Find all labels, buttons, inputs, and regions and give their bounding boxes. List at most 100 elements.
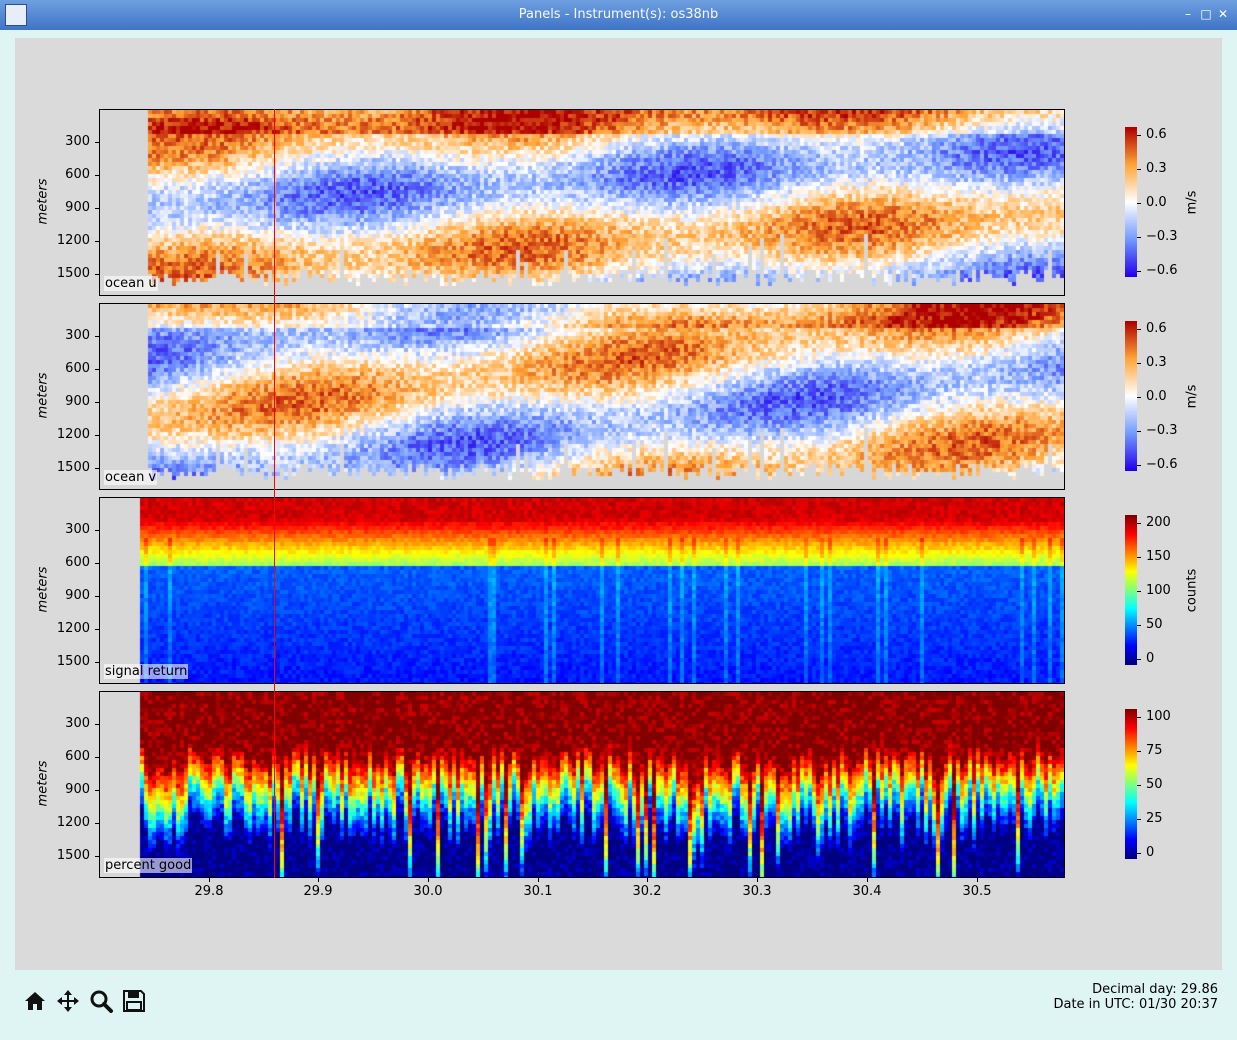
- y-tick-mark: [95, 175, 99, 176]
- percent-good-heatmap: [100, 692, 1064, 877]
- x-tick-label: 29.8: [194, 884, 224, 899]
- colorbar-tick-label: 0: [1146, 651, 1155, 666]
- colorbar-tick-mark: [1137, 431, 1141, 432]
- colorbar-tick-label: 25: [1146, 811, 1163, 826]
- colorbar-gradient: [1125, 515, 1137, 665]
- x-tick-label: 29.9: [303, 884, 333, 899]
- panel-ocean-v[interactable]: ocean v: [99, 303, 1065, 490]
- colorbar: [1125, 321, 1137, 471]
- y-tick-mark: [95, 823, 99, 824]
- y-tick-mark: [95, 402, 99, 403]
- x-tick-label: 30.3: [742, 884, 772, 899]
- colorbar-tick-label: 200: [1146, 515, 1171, 530]
- colorbar-tick-mark: [1137, 591, 1141, 592]
- colorbar-tick-mark: [1137, 557, 1141, 558]
- x-tick-mark: [538, 878, 539, 882]
- window-title: Panels - Instrument(s): os38nb: [518, 7, 719, 22]
- colorbar-tick-label: −0.6: [1146, 263, 1178, 278]
- x-tick-mark: [647, 878, 648, 882]
- x-tick-mark: [977, 878, 978, 882]
- colorbar-unit-label: m/s: [1184, 190, 1200, 215]
- colorbar: [1125, 127, 1137, 277]
- x-tick-mark: [209, 878, 210, 882]
- colorbar-tick-label: 0.0: [1146, 389, 1167, 404]
- y-tick-mark: [95, 629, 99, 630]
- y-tick-label: 1500: [56, 848, 90, 863]
- colorbar: [1125, 515, 1137, 665]
- y-tick-mark: [95, 856, 99, 857]
- minimize-icon[interactable]: –: [1180, 6, 1196, 22]
- save-icon[interactable]: [121, 988, 147, 1014]
- y-tick-mark: [95, 662, 99, 663]
- y-tick-mark: [95, 435, 99, 436]
- y-tick-mark: [95, 369, 99, 370]
- y-tick-mark: [95, 274, 99, 275]
- colorbar-tick-mark: [1137, 785, 1141, 786]
- colorbar-tick-mark: [1137, 465, 1141, 466]
- x-tick-label: 30.5: [962, 884, 992, 899]
- time-cursor-line: [274, 109, 275, 878]
- y-tick-mark: [95, 468, 99, 469]
- y-tick-mark: [95, 724, 99, 725]
- colorbar-tick-mark: [1137, 329, 1141, 330]
- y-tick-mark: [95, 530, 99, 531]
- colorbar-tick-label: 75: [1146, 743, 1163, 758]
- colorbar-tick-mark: [1137, 625, 1141, 626]
- panel-label: ocean v: [104, 470, 158, 485]
- y-tick-label: 300: [65, 716, 90, 731]
- y-tick-mark: [95, 790, 99, 791]
- colorbar-tick-label: 0.6: [1146, 127, 1167, 142]
- y-tick-label: 1500: [56, 654, 90, 669]
- status-readout: Decimal day: 29.86 Date in UTC: 01/30 20…: [1053, 982, 1218, 1012]
- colorbar-unit-label: m/s: [1184, 384, 1200, 409]
- zoom-icon[interactable]: [88, 988, 114, 1014]
- y-tick-mark: [95, 596, 99, 597]
- y-axis-label: meters: [35, 372, 51, 419]
- y-axis-label: meters: [35, 566, 51, 613]
- close-icon[interactable]: ✕: [1215, 6, 1231, 22]
- colorbar-tick-mark: [1137, 751, 1141, 752]
- colorbar-gradient: [1125, 127, 1137, 277]
- panel-label: ocean u: [104, 276, 158, 291]
- y-tick-mark: [95, 336, 99, 337]
- colorbar-tick-mark: [1137, 853, 1141, 854]
- home-icon[interactable]: [22, 988, 48, 1014]
- ocean-u-heatmap: [100, 110, 1064, 295]
- panel-signal-return[interactable]: signal return: [99, 497, 1065, 684]
- colorbar-tick-label: 100: [1146, 583, 1171, 598]
- colorbar-tick-mark: [1137, 819, 1141, 820]
- y-tick-mark: [95, 208, 99, 209]
- x-tick-label: 30.2: [632, 884, 662, 899]
- colorbar-tick-mark: [1137, 203, 1141, 204]
- colorbar-gradient: [1125, 709, 1137, 859]
- colorbar-tick-label: −0.3: [1146, 229, 1178, 244]
- colorbar-tick-label: 0.6: [1146, 321, 1167, 336]
- x-tick-label: 30.1: [523, 884, 553, 899]
- colorbar-tick-label: 0.3: [1146, 355, 1167, 370]
- colorbar-tick-mark: [1137, 237, 1141, 238]
- y-tick-mark: [95, 563, 99, 564]
- colorbar-tick-mark: [1137, 169, 1141, 170]
- y-axis-label: meters: [35, 178, 51, 225]
- colorbar-tick-label: 50: [1146, 617, 1163, 632]
- decimal-day-readout: Decimal day: 29.86: [1092, 982, 1218, 997]
- window-titlebar: Panels - Instrument(s): os38nb – □ ✕: [0, 0, 1237, 30]
- panel-label: signal return: [104, 664, 189, 679]
- panel-ocean-u[interactable]: ocean u: [99, 109, 1065, 296]
- panel-label: percent good: [104, 858, 193, 873]
- maximize-icon[interactable]: □: [1198, 6, 1214, 22]
- y-tick-mark: [95, 757, 99, 758]
- colorbar: [1125, 709, 1137, 859]
- panel-percent-good[interactable]: percent good: [99, 691, 1065, 878]
- colorbar-tick-mark: [1137, 271, 1141, 272]
- colorbar-gradient: [1125, 321, 1137, 471]
- colorbar-tick-label: −0.6: [1146, 457, 1178, 472]
- colorbar-tick-label: 150: [1146, 549, 1171, 564]
- colorbar-tick-mark: [1137, 659, 1141, 660]
- date-utc-readout: Date in UTC: 01/30 20:37: [1053, 997, 1218, 1012]
- y-tick-label: 1500: [56, 460, 90, 475]
- x-tick-mark: [757, 878, 758, 882]
- colorbar-tick-mark: [1137, 135, 1141, 136]
- pan-icon[interactable]: [55, 988, 81, 1014]
- y-axis-label: meters: [35, 760, 51, 807]
